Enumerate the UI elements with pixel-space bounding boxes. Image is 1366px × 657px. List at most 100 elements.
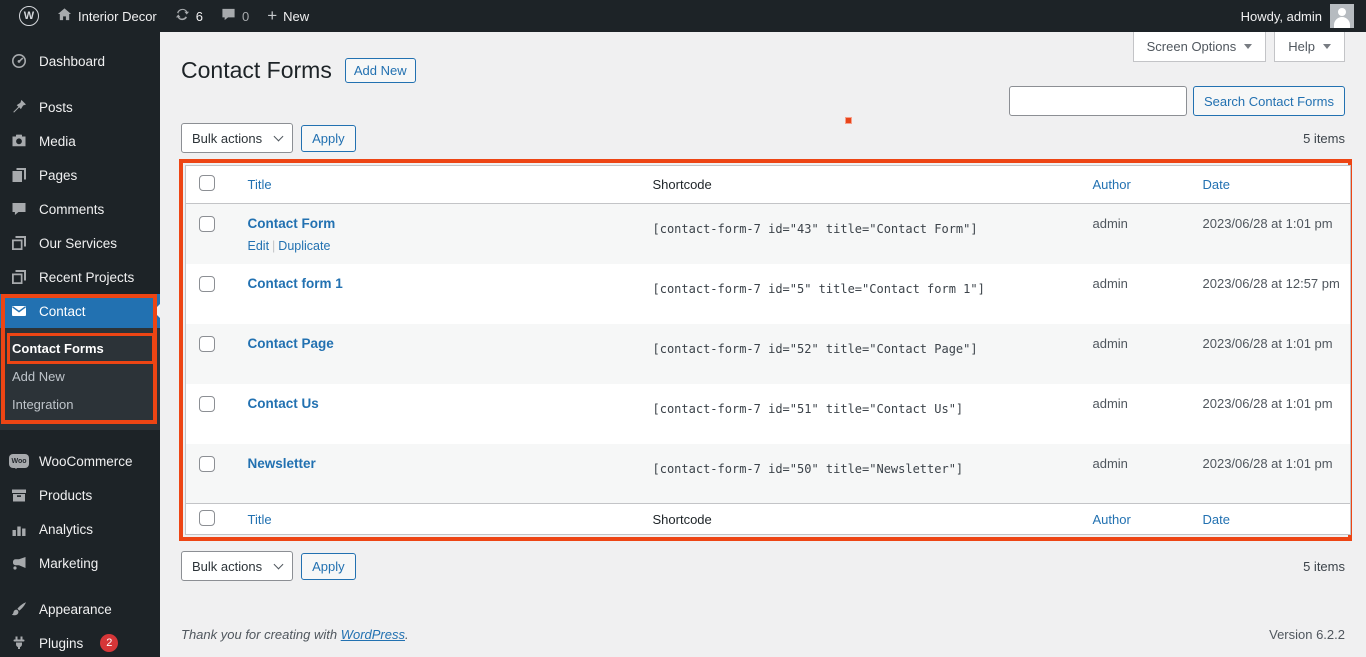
avatar[interactable] [1330,4,1354,28]
chevron-down-icon [1323,44,1331,49]
shortcode-value[interactable]: [contact-form-7 id="51" title="Contact U… [653,402,964,416]
row-checkbox[interactable] [199,455,215,472]
bulk-actions-value: Bulk actions [192,558,263,574]
howdy-account-link[interactable]: Howdy, admin [1241,9,1322,24]
table-header-row: Title Shortcode Author Date [185,165,1351,204]
duplicate-link[interactable]: Duplicate [278,239,330,253]
help-button[interactable]: Help [1274,32,1345,62]
sidebar-item-dashboard[interactable]: Dashboard [0,44,160,78]
sidebar-item-plugins[interactable]: Plugins 2 [0,626,160,657]
sidebar-item-label: Analytics [39,521,94,537]
woocommerce-icon: Woo [9,454,29,469]
author-cell: admin [1092,335,1128,351]
form-title-link[interactable]: Contact form 1 [248,276,343,291]
sidebar-item-woocommerce[interactable]: Woo WooCommerce [0,444,160,478]
wordpress-link[interactable]: WordPress [341,627,405,642]
new-label: New [283,8,310,24]
date-cell: 2023/06/28 at 12:57 pm [1202,275,1340,291]
sidebar-item-label: Recent Projects [39,269,135,285]
sidebar-item-label: Contact [39,303,86,319]
row-checkbox[interactable] [199,275,215,292]
form-title-link[interactable]: Contact Us [248,396,319,411]
shortcode-value[interactable]: [contact-form-7 id="50" title="Newslette… [653,462,964,476]
sort-by-author[interactable]: Author [1093,177,1131,192]
photo-stack-icon [9,235,29,251]
sidebar-item-products[interactable]: Products [0,478,160,512]
bulk-actions-select[interactable]: Bulk actions [181,551,294,581]
form-title-link[interactable]: Contact Page [248,336,334,351]
row-checkbox[interactable] [199,395,215,412]
form-title-link[interactable]: Contact Form [248,216,336,231]
author-cell: admin [1092,216,1128,231]
chevron-down-icon [273,131,284,142]
dashboard-gauge-icon [9,53,29,69]
new-content-link[interactable]: + New [258,0,318,32]
annotation-box-forms-table: Title Shortcode Author Date Contact Form… [179,159,1352,541]
apply-button[interactable]: Apply [301,124,356,152]
sidebar-item-label: Marketing [39,555,99,571]
edit-link[interactable]: Edit [248,239,270,253]
sort-by-title[interactable]: Title [248,512,272,527]
search-input[interactable] [1008,86,1187,116]
bar-chart-icon [9,521,29,537]
add-new-button[interactable]: Add New [344,58,416,83]
column-shortcode: Shortcode [652,177,712,192]
date-cell: 2023/06/28 at 1:01 pm [1202,395,1333,411]
sort-by-date[interactable]: Date [1203,512,1230,527]
comments-count: 0 [241,8,250,24]
shortcode-value[interactable]: [contact-form-7 id="52" title="Contact P… [653,342,978,356]
author-cell: admin [1092,455,1128,471]
sidebar-item-posts[interactable]: Posts [0,90,160,124]
updates-count: 6 [195,8,203,24]
sidebar-item-label: Products [39,487,93,503]
sort-by-author[interactable]: Author [1093,512,1131,527]
screen-options-button[interactable]: Screen Options [1132,32,1267,62]
shortcode-value[interactable]: [contact-form-7 id="5" title="Contact fo… [653,282,985,296]
plugins-update-badge: 2 [100,634,119,652]
select-all-checkbox[interactable] [199,509,215,526]
main-content: Screen Options Help Contact Forms Add Ne… [160,32,1366,657]
submenu-item-integration[interactable]: Integration [0,390,160,418]
sidebar-item-label: Appearance [39,601,112,617]
column-shortcode: Shortcode [652,511,712,527]
submenu-item-contact-forms[interactable]: Contact Forms [0,334,160,362]
updates-link[interactable]: 6 [166,0,212,32]
row-checkbox[interactable] [199,216,215,232]
sidebar-item-contact[interactable]: Contact [0,294,160,328]
sidebar-item-comments[interactable]: Comments [0,192,160,226]
items-count: 5 items [1303,558,1345,574]
tablenav-top: Bulk actions Apply 5 items [181,123,1345,153]
sort-by-title[interactable]: Title [248,177,272,192]
select-all-checkbox[interactable] [199,175,215,191]
sidebar-item-pages[interactable]: Pages [0,158,160,192]
site-name-link[interactable]: Interior Decor [48,0,166,32]
actions-separator: | [272,239,276,253]
form-title-link[interactable]: Newsletter [248,456,316,471]
speech-bubble-icon [9,201,29,217]
megaphone-icon [9,555,29,571]
chevron-down-icon [273,559,284,570]
bulk-actions-select[interactable]: Bulk actions [181,123,294,153]
search-contact-forms-button[interactable]: Search Contact Forms [1192,86,1345,116]
apply-button[interactable]: Apply [301,552,356,580]
sidebar-item-media[interactable]: Media [0,124,160,158]
sidebar-item-label: Posts [39,99,73,115]
sort-by-date[interactable]: Date [1203,177,1230,192]
sidebar-item-appearance[interactable]: Appearance [0,592,160,626]
submenu-item-add-new[interactable]: Add New [0,362,160,390]
sidebar-item-analytics[interactable]: Analytics [0,512,160,546]
thanks-text: Thank you for creating with [181,627,341,642]
sidebar-item-our-services[interactable]: Our Services [0,226,160,260]
row-checkbox[interactable] [199,335,215,352]
admin-bar: W Interior Decor 6 0 + New Howdy, admin [0,0,1366,32]
sidebar-item-marketing[interactable]: Marketing [0,546,160,580]
table-row: Contact Form Edit | Duplicate [contact-for… [185,203,1351,264]
date-cell: 2023/06/28 at 1:01 pm [1202,455,1333,471]
comments-link[interactable]: 0 [212,0,258,32]
sidebar-item-recent-projects[interactable]: Recent Projects [0,260,160,294]
shortcode-value[interactable]: [contact-form-7 id="43" title="Contact F… [653,222,978,236]
wordpress-logo-icon[interactable]: W [10,0,48,32]
help-label: Help [1288,39,1315,54]
pushpin-icon [9,99,29,115]
admin-footer: Thank you for creating with WordPress. V… [181,627,1345,642]
